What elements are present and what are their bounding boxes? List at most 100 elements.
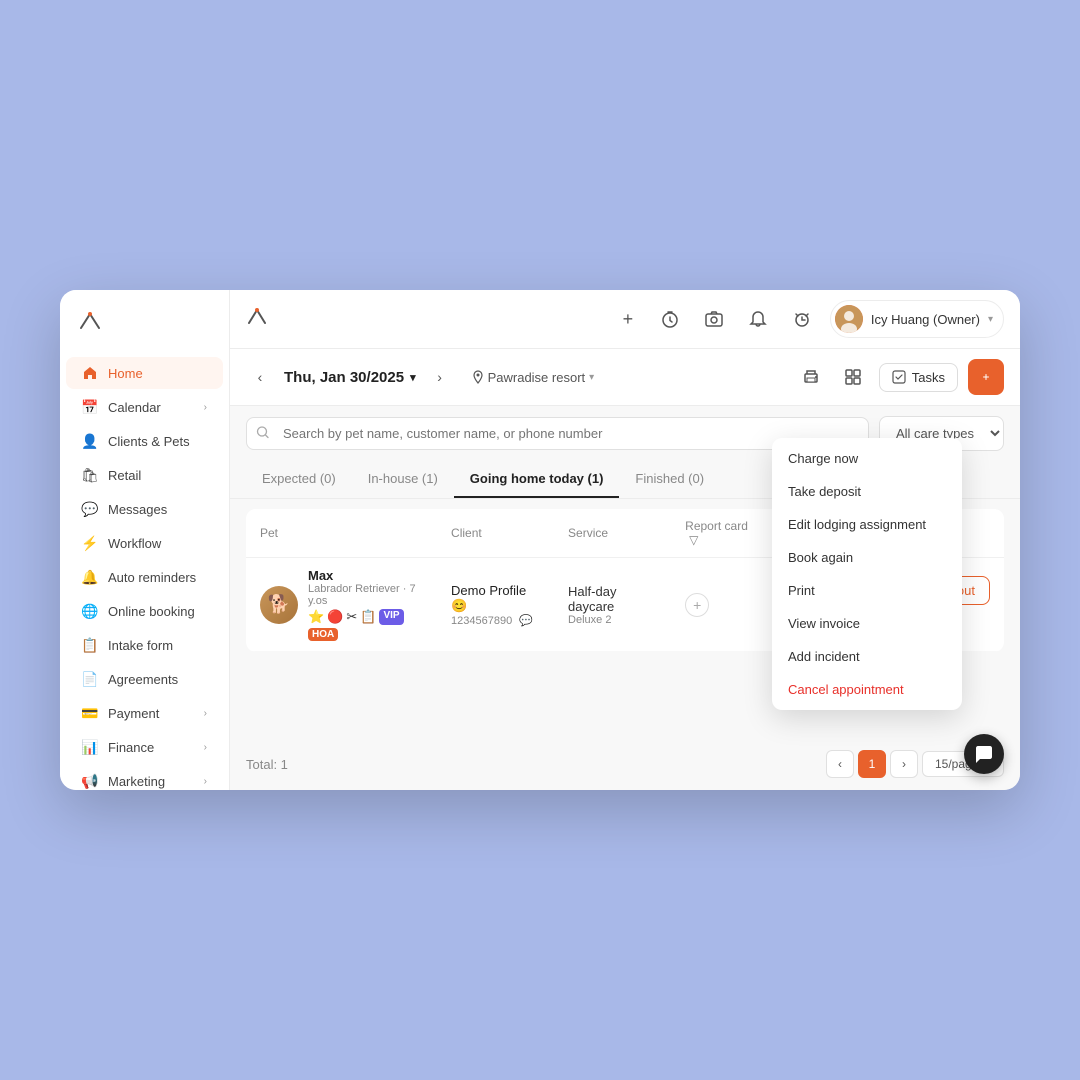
tab-in-house[interactable]: In-house (1) [352, 461, 454, 498]
page-1-button[interactable]: 1 [858, 750, 886, 778]
sidebar-item-calendar-label: Calendar [108, 400, 161, 415]
client-phone: 1234567890 💬 [451, 614, 540, 627]
sidebar-item-intake-form[interactable]: 📋 Intake form [66, 629, 223, 661]
total-label: Total: 1 [246, 757, 288, 772]
add-report-card-button[interactable]: + [685, 593, 709, 617]
pet-icon-star: ⭐ [308, 609, 324, 625]
sidebar-item-retail[interactable]: 🛍 Retail [66, 459, 223, 491]
location-chevron-icon: ▾ [589, 372, 594, 383]
pet-icons: ⭐ 🔴 ✂ 📋 VIP HOA [308, 609, 423, 641]
sidebar-item-clients-pets[interactable]: 👤 Clients & Pets [66, 425, 223, 457]
sidebar-item-payment[interactable]: 💳 Payment › [66, 697, 223, 729]
sidebar-item-workflow-label: Workflow [108, 536, 161, 551]
client-name: Demo Profile 😊 [451, 583, 540, 614]
clients-icon: 👤 [82, 433, 98, 449]
camera-button[interactable] [698, 303, 730, 335]
user-badge[interactable]: Icy Huang (Owner) ▾ [830, 300, 1004, 338]
sidebar-item-finance[interactable]: 📊 Finance › [66, 731, 223, 763]
menu-item-cancel-appointment[interactable]: Cancel appointment [772, 673, 962, 706]
menu-item-edit-lodging[interactable]: Edit lodging assignment [772, 508, 962, 541]
chevron-down-icon: › [204, 402, 207, 413]
tag-orange: HOA [308, 628, 338, 641]
user-avatar [835, 305, 863, 333]
sidebar-item-auto-reminders[interactable]: 🔔 Auto reminders [66, 561, 223, 593]
pet-breed: Labrador Retriever · 7 y.os [308, 583, 423, 607]
payment-icon: 💳 [82, 705, 98, 721]
chat-bubble[interactable] [964, 734, 1004, 774]
menu-item-charge-now[interactable]: Charge now [772, 442, 962, 475]
sidebar-item-agreements-label: Agreements [108, 672, 178, 687]
sidebar-item-workflow[interactable]: ⚡ Workflow [66, 527, 223, 559]
sidebar-item-retail-label: Retail [108, 468, 141, 483]
finance-chevron-icon: › [204, 742, 207, 753]
pet-name: Max [308, 568, 423, 583]
tab-going-home[interactable]: Going home today (1) [454, 461, 620, 498]
sidebar-item-intake-label: Intake form [108, 638, 173, 653]
sidebar-item-online-booking[interactable]: 🌐 Online booking [66, 595, 223, 627]
orange-action-button[interactable] [968, 359, 1004, 395]
sidebar-item-reminders-label: Auto reminders [108, 570, 196, 585]
sidebar: Home 📅 Calendar › 👤 Clients & Pets 🛍 Ret… [60, 290, 230, 790]
message-icon: 💬 [519, 615, 533, 627]
alarm-button[interactable] [786, 303, 818, 335]
add-button[interactable]: + [614, 305, 642, 333]
sidebar-item-agreements[interactable]: 📄 Agreements [66, 663, 223, 695]
pet-icon-alert: 🔴 [327, 609, 343, 625]
menu-item-add-incident[interactable]: Add incident [772, 640, 962, 673]
marketing-icon: 📢 [82, 773, 98, 789]
location-name: Pawradise resort [488, 370, 586, 385]
booking-icon: 🌐 [82, 603, 98, 619]
menu-item-print[interactable]: Print [772, 574, 962, 607]
col-report-card: Report card ▽ [671, 509, 771, 558]
date-label[interactable]: Thu, Jan 30/2025 ▾ [284, 369, 416, 386]
date-chevron-icon: ▾ [410, 371, 416, 384]
pet-avatar: 🐕 [260, 586, 298, 624]
sidebar-item-home[interactable]: Home [66, 357, 223, 389]
tab-finished[interactable]: Finished (0) [619, 461, 720, 498]
prev-date-button[interactable]: ‹ [246, 363, 274, 391]
pet-icon-scissors: ✂ [346, 609, 357, 625]
payment-chevron-icon: › [204, 708, 207, 719]
workflow-icon: ⚡ [82, 535, 98, 551]
top-nav: + [230, 290, 1020, 349]
user-name: Icy Huang (Owner) [871, 312, 980, 327]
location-badge[interactable]: Pawradise resort ▾ [464, 366, 603, 389]
sidebar-item-messages-label: Messages [108, 502, 167, 517]
menu-item-take-deposit[interactable]: Take deposit [772, 475, 962, 508]
table-footer: Total: 1 ‹ 1 › 15/page [230, 738, 1020, 790]
grid-view-button[interactable] [837, 361, 869, 393]
tasks-button[interactable]: Tasks [879, 363, 958, 392]
sidebar-item-booking-label: Online booking [108, 604, 195, 619]
col-client: Client [437, 509, 554, 558]
sidebar-item-marketing[interactable]: 📢 Marketing › [66, 765, 223, 790]
sidebar-item-messages[interactable]: 💬 Messages [66, 493, 223, 525]
next-page-button[interactable]: › [890, 750, 918, 778]
pet-icon-note: 📋 [360, 609, 376, 625]
prev-page-button[interactable]: ‹ [826, 750, 854, 778]
notification-button[interactable] [742, 303, 774, 335]
menu-item-view-invoice[interactable]: View invoice [772, 607, 962, 640]
intake-icon: 📋 [82, 637, 98, 653]
client-cell: Demo Profile 😊 1234567890 💬 [437, 558, 554, 652]
service-cell: Half-day daycare Deluxe 2 [554, 558, 671, 652]
messages-icon: 💬 [82, 501, 98, 517]
sidebar-item-finance-label: Finance [108, 740, 154, 755]
tab-expected[interactable]: Expected (0) [246, 461, 352, 498]
search-icon [256, 425, 270, 442]
service-name: Half-day daycare [568, 584, 657, 614]
date-bar: ‹ Thu, Jan 30/2025 ▾ › Pawradise resort … [230, 349, 1020, 406]
retail-icon: 🛍 [82, 467, 98, 483]
print-button[interactable] [795, 361, 827, 393]
agreements-icon: 📄 [82, 671, 98, 687]
next-date-button[interactable]: › [426, 363, 454, 391]
sidebar-item-calendar[interactable]: 📅 Calendar › [66, 391, 223, 423]
report-card-cell: + [671, 558, 771, 652]
service-sub: Deluxe 2 [568, 614, 657, 626]
report-card-filter-icon[interactable]: ▽ [689, 533, 698, 547]
pet-cell: 🐕 Max Labrador Retriever · 7 y.os ⭐ 🔴 ✂ [246, 558, 437, 652]
timer-button[interactable] [654, 303, 686, 335]
reminders-icon: 🔔 [82, 569, 98, 585]
menu-item-book-again[interactable]: Book again [772, 541, 962, 574]
dropdown-menu: Charge now Take deposit Edit lodging ass… [772, 438, 962, 710]
nav-logo [246, 306, 268, 333]
